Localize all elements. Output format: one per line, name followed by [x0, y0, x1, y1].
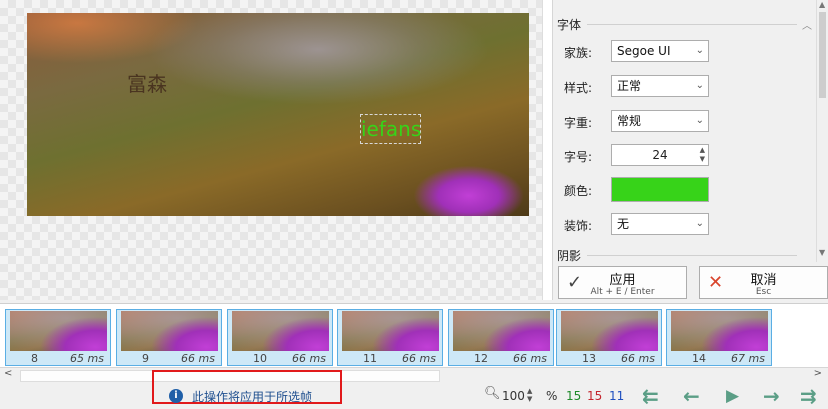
- font-weight-select[interactable]: 常规 ⌄: [611, 110, 709, 132]
- chevron-up-icon[interactable]: ︿: [802, 17, 812, 32]
- section-divider: [587, 255, 797, 256]
- cancel-button[interactable]: ✕ 取消 Esc: [699, 266, 828, 299]
- status-bar: [0, 383, 828, 409]
- decoration-select[interactable]: 无 ⌄: [611, 213, 709, 235]
- spin-arrows-icon[interactable]: ▲ ▼: [700, 146, 705, 164]
- frame-preview: [561, 311, 658, 351]
- play-icon[interactable]: ▶: [726, 386, 739, 406]
- section-divider: [587, 24, 797, 25]
- frame-duration: 65 ms: [70, 352, 104, 365]
- frame-duration: 67 ms: [731, 352, 765, 365]
- font-family-value: Segoe UI: [617, 44, 671, 58]
- status-message: 此操作将应用于所选帧: [192, 390, 313, 404]
- scroll-thumb[interactable]: [819, 12, 826, 98]
- frame-thumbnail[interactable]: 10 66 ms: [227, 309, 333, 366]
- decoration-value: 无: [617, 217, 630, 231]
- scroll-left-icon[interactable]: <: [4, 368, 12, 379]
- color-label: 颜色:: [564, 184, 593, 198]
- image-preview[interactable]: 富森 iefans: [27, 13, 529, 216]
- font-color-swatch[interactable]: [611, 177, 709, 202]
- font-weight-value: 常规: [617, 114, 642, 128]
- chevron-down-icon: ⌄: [695, 115, 704, 126]
- weight-label: 字重:: [564, 116, 593, 130]
- decoration-label: 装饰:: [564, 219, 593, 233]
- timeline-horizontal-scrollbar[interactable]: < >: [0, 367, 828, 384]
- frame-thumbnail[interactable]: 14 67 ms: [666, 309, 772, 366]
- frame-duration: 66 ms: [402, 352, 436, 365]
- frame-number: 14: [692, 352, 706, 365]
- previous-frame-icon[interactable]: ←: [683, 384, 700, 408]
- frame-number: 12: [474, 352, 488, 365]
- apply-label: 应用: [609, 273, 636, 288]
- info-icon: i: [169, 389, 183, 403]
- size-label: 字号:: [564, 150, 593, 164]
- cancel-shortcut: Esc: [755, 287, 772, 297]
- frame-count-total: 15: [566, 389, 582, 403]
- properties-panel: 字体 ︿ 家族: Segoe UI ⌄ 样式: 正常 ⌄ 字重: 常规 ⌄ 字号…: [552, 0, 828, 300]
- overlay-text-fusen[interactable]: 富森: [127, 68, 167, 97]
- frame-duration: 66 ms: [292, 352, 326, 365]
- frame-preview: [671, 311, 768, 351]
- first-frame-icon[interactable]: ⇇: [642, 384, 659, 408]
- frame-thumbnail[interactable]: 8 65 ms: [5, 309, 111, 366]
- frame-number: 9: [142, 352, 149, 365]
- chevron-down-icon: ⌄: [695, 218, 704, 229]
- font-family-select[interactable]: Segoe UI ⌄: [611, 40, 709, 62]
- frame-preview: [232, 311, 329, 351]
- font-style-value: 正常: [617, 79, 642, 93]
- frame-thumbnail[interactable]: 13 66 ms: [556, 309, 662, 366]
- scroll-right-icon[interactable]: >: [814, 368, 822, 379]
- frame-thumbnail[interactable]: 11 66 ms: [337, 309, 443, 366]
- magnifier-icon[interactable]: 🔍︎: [484, 386, 501, 401]
- apply-shortcut: Alt + E / Enter: [590, 287, 655, 297]
- font-section-title: 字体: [557, 18, 582, 32]
- font-size-stepper[interactable]: 24 ▲ ▼: [611, 144, 709, 166]
- frame-timeline: 8 65 ms 9 66 ms 10 66 ms 11 66 ms 12 66 …: [0, 303, 828, 367]
- frame-number: 10: [253, 352, 267, 365]
- zoom-unit: %: [546, 389, 558, 403]
- font-style-select[interactable]: 正常 ⌄: [611, 75, 709, 97]
- chevron-down-icon: ⌄: [695, 80, 704, 91]
- frame-count-selected: 15: [587, 389, 603, 403]
- properties-scrollbar[interactable]: ▲ ▼: [816, 0, 828, 262]
- frame-number: 8: [31, 352, 38, 365]
- next-frame-icon[interactable]: →: [763, 384, 780, 408]
- cancel-label: 取消: [750, 273, 777, 288]
- frame-thumbnail[interactable]: 9 66 ms: [116, 309, 222, 366]
- scroll-down-icon[interactable]: ▼: [819, 248, 825, 257]
- frame-preview: [453, 311, 550, 351]
- apply-button[interactable]: ✓ 应用 Alt + E / Enter: [558, 266, 687, 299]
- family-label: 家族:: [564, 46, 593, 60]
- frame-duration: 66 ms: [181, 352, 215, 365]
- frame-number: 13: [582, 352, 596, 365]
- frame-thumbnail[interactable]: 12 66 ms: [448, 309, 554, 366]
- zoom-spin-arrows-icon[interactable]: ▲ ▼: [527, 387, 532, 403]
- scroll-up-icon[interactable]: ▲: [819, 0, 825, 9]
- canvas-area: 富森 iefans: [0, 0, 552, 300]
- zoom-value[interactable]: 100: [502, 389, 525, 403]
- frame-preview: [10, 311, 107, 351]
- frame-duration: 66 ms: [621, 352, 655, 365]
- frame-number: 11: [363, 352, 377, 365]
- frame-count-current: 11: [609, 389, 625, 403]
- chevron-down-icon: ⌄: [695, 45, 704, 56]
- overlay-text-iefans[interactable]: iefans: [360, 114, 421, 144]
- style-label: 样式:: [564, 81, 593, 95]
- frame-duration: 66 ms: [513, 352, 547, 365]
- shadow-section-title: 阴影: [557, 249, 582, 263]
- frame-preview: [121, 311, 218, 351]
- frame-preview: [342, 311, 439, 351]
- font-size-value: 24: [652, 148, 668, 162]
- last-frame-icon[interactable]: ⇉: [800, 384, 817, 408]
